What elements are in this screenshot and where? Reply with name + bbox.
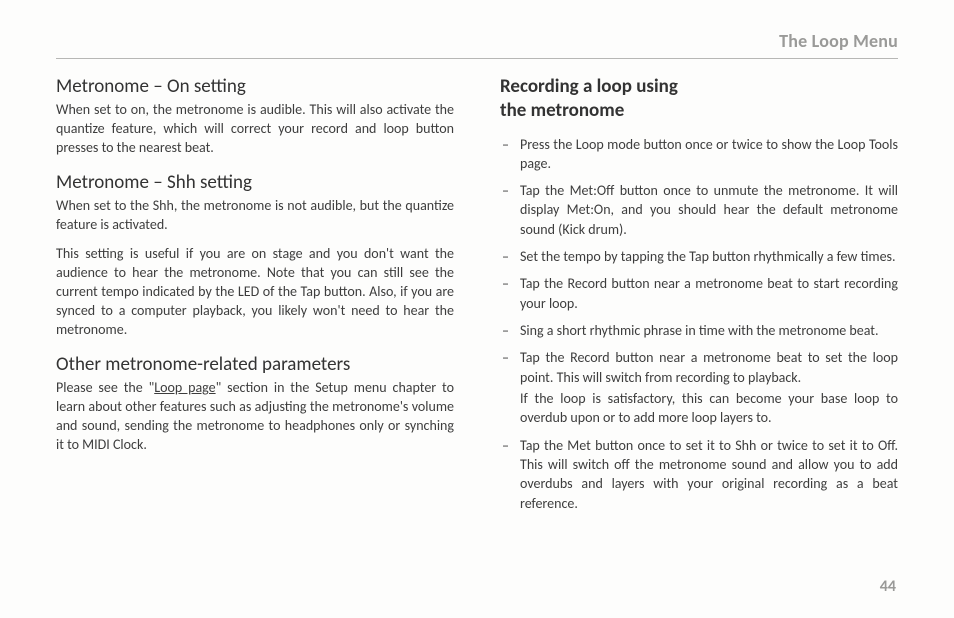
list-item: Set the tempo by tapping the Tap button … — [500, 247, 898, 266]
list-item: Tap the Record button near a metronome b… — [500, 348, 898, 427]
heading-recording-loop: Recording a loop using the metronome — [500, 75, 898, 123]
item-text: Sing a short rhythmic phrase in time wit… — [520, 322, 879, 339]
text-pre-link: Please see the " — [56, 379, 154, 396]
list-item: Tap the Record button near a metronome b… — [500, 274, 898, 313]
loop-page-link[interactable]: Loop page — [154, 379, 215, 396]
item-text: Press the Loop mode button once or twice… — [520, 136, 898, 172]
instruction-list: Press the Loop mode button once or twice… — [500, 135, 898, 513]
item-text: Tap the Record button near a metronome b… — [520, 349, 898, 385]
item-sub: If the loop is satisfactory, this can be… — [520, 389, 898, 428]
list-item: Tap the Met button once to set it to Shh… — [500, 436, 898, 513]
page-header: The Loop Menu — [56, 30, 898, 59]
list-item: Press the Loop mode button once or twice… — [500, 135, 898, 174]
item-text: Tap the Record button near a metronome b… — [520, 275, 898, 311]
heading-other-params: Other metronome-related parameters — [56, 353, 454, 377]
heading-metronome-shh: Metronome – Shh setting — [56, 171, 454, 195]
body-other-params: Please see the "Loop page" section in th… — [56, 379, 454, 455]
manual-page: The Loop Menu Metronome – On setting Whe… — [0, 0, 954, 618]
left-column: Metronome – On setting When set to on, t… — [56, 75, 454, 521]
heading-line2: the metronome — [500, 99, 624, 122]
item-text: Tap the Met:Off button once to unmute th… — [520, 182, 898, 238]
header-title: The Loop Menu — [779, 30, 898, 52]
body-metronome-shh-2: This setting is useful if you are on sta… — [56, 245, 454, 339]
body-metronome-shh-1: When set to the Shh, the metronome is no… — [56, 197, 454, 235]
item-text: Tap the Met button once to set it to Shh… — [520, 437, 898, 512]
heading-line1: Recording a loop using — [500, 75, 678, 98]
list-item: Sing a short rhythmic phrase in time wit… — [500, 321, 898, 340]
heading-metronome-on: Metronome – On setting — [56, 75, 454, 99]
right-column: Recording a loop using the metronome Pre… — [500, 75, 898, 521]
content-columns: Metronome – On setting When set to on, t… — [56, 75, 898, 521]
page-number: 44 — [880, 577, 896, 596]
item-text: Set the tempo by tapping the Tap button … — [520, 248, 896, 265]
body-metronome-on: When set to on, the metronome is audible… — [56, 101, 454, 158]
list-item: Tap the Met:Off button once to unmute th… — [500, 181, 898, 239]
